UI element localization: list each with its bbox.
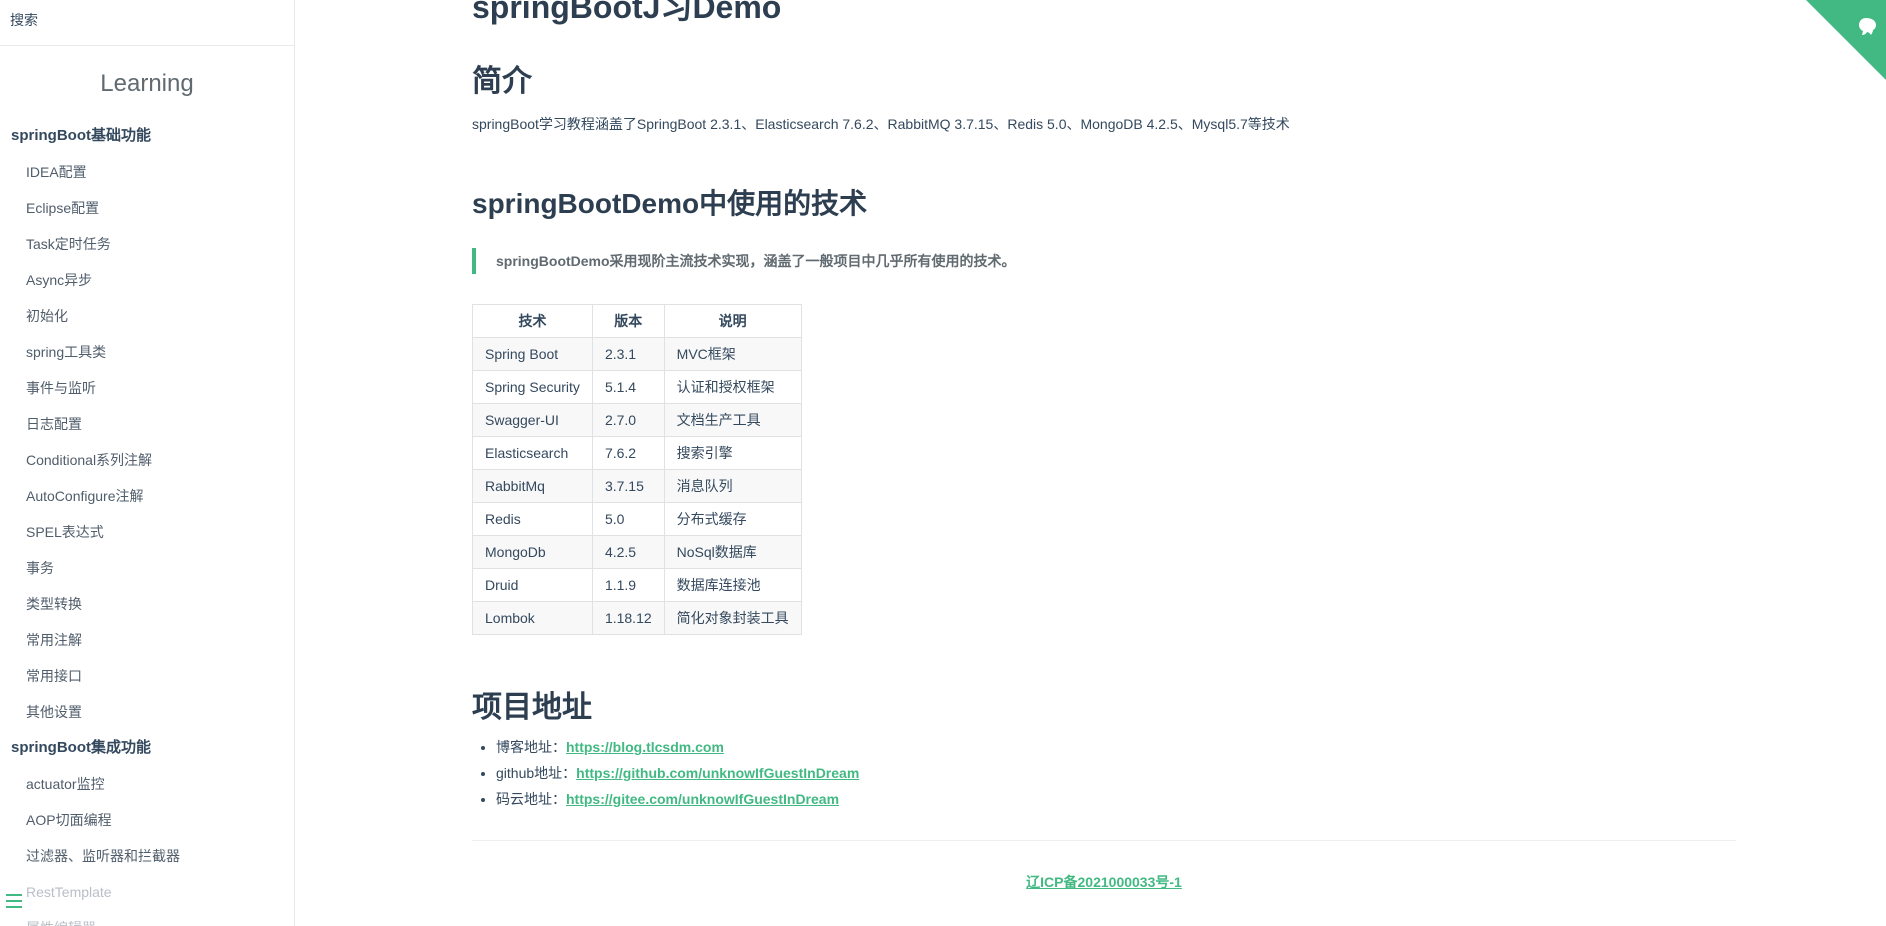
project-links: 博客地址：https://blog.tlcsdm.com github地址：ht… — [472, 734, 859, 812]
main-content: springBootJ习Demo 简介 springBoot学习教程涵盖了Spr… — [472, 0, 1736, 926]
table-cell: 数据库连接池 — [663, 568, 802, 602]
sidebar-item-type-conversion[interactable]: 类型转换 — [0, 586, 294, 622]
sidebar-item-property-editor[interactable]: 属性编辑器 — [0, 910, 294, 926]
table-cell: Swagger-UI — [472, 403, 593, 437]
sidebar-item-async[interactable]: Async异步 — [0, 262, 294, 298]
sidebar-item-annotations[interactable]: 常用注解 — [0, 622, 294, 658]
table-row: Redis 5.0 分布式缓存 — [472, 502, 802, 536]
table-cell: 1.18.12 — [591, 601, 665, 635]
table-header-cell: 技术 — [472, 304, 593, 338]
table-row: MongoDb 4.2.5 NoSql数据库 — [472, 535, 802, 569]
github-corner-svg — [1806, 0, 1886, 80]
table-cell: 2.7.0 — [591, 403, 665, 437]
menu-icon-bar — [6, 900, 22, 902]
intro-paragraph: springBoot学习教程涵盖了SpringBoot 2.3.1、Elasti… — [472, 116, 1290, 132]
sidebar-item-eclipse[interactable]: Eclipse配置 — [0, 190, 294, 226]
icp-link[interactable]: 辽ICP备2021000033号-1 — [1026, 874, 1182, 890]
sidebar-item-transaction[interactable]: 事务 — [0, 550, 294, 586]
intro-heading: 简介 — [472, 65, 532, 98]
list-item: github地址：https://github.com/unknowIfGues… — [496, 760, 859, 786]
sidebar-item-task[interactable]: Task定时任务 — [0, 226, 294, 262]
list-item: 码云地址：https://gitee.com/unknowIfGuestInDr… — [496, 786, 859, 812]
link-label: 博客地址： — [496, 739, 566, 755]
table-cell: 5.0 — [591, 502, 665, 536]
sidebar-group-basic[interactable]: springBoot基础功能 — [0, 118, 294, 154]
table-cell: Elasticsearch — [472, 436, 593, 470]
sidebar-item-init[interactable]: 初始化 — [0, 298, 294, 334]
app-name[interactable]: Learning — [0, 70, 294, 110]
table-header-row: 技术 版本 说明 — [472, 304, 802, 338]
link-label: 码云地址： — [496, 791, 566, 807]
table-cell: RabbitMq — [472, 469, 593, 503]
table-cell: 7.6.2 — [591, 436, 665, 470]
table-cell: 2.3.1 — [591, 337, 665, 371]
divider — [472, 840, 1736, 841]
table-row: RabbitMq 3.7.15 消息队列 — [472, 469, 802, 503]
sidebar-item-actuator[interactable]: actuator监控 — [0, 766, 294, 802]
table-cell: 认证和授权框架 — [663, 370, 802, 404]
table-row: Swagger-UI 2.7.0 文档生产工具 — [472, 403, 802, 437]
gitee-link[interactable]: https://gitee.com/unknowIfGuestInDream — [566, 791, 839, 807]
table-cell: 3.7.15 — [591, 469, 665, 503]
sidebar-item-interfaces[interactable]: 常用接口 — [0, 658, 294, 694]
table-row: Spring Security 5.1.4 认证和授权框架 — [472, 370, 802, 404]
sidebar: Learning springBoot基础功能 IDEA配置 Eclipse配置… — [0, 0, 295, 926]
sidebar-item-resttemplate[interactable]: RestTemplate — [0, 874, 294, 910]
sidebar-item-conditional[interactable]: Conditional系列注解 — [0, 442, 294, 478]
tech-table: 技术 版本 说明 Spring Boot 2.3.1 MVC框架 Spring … — [472, 304, 802, 635]
address-heading: 项目地址 — [472, 691, 592, 724]
sidebar-nav: springBoot基础功能 IDEA配置 Eclipse配置 Task定时任务… — [0, 118, 294, 926]
table-row: Lombok 1.18.12 简化对象封装工具 — [472, 601, 802, 635]
table-header-cell: 版本 — [591, 304, 665, 338]
table-row: Spring Boot 2.3.1 MVC框架 — [472, 337, 802, 371]
table-cell: 消息队列 — [663, 469, 802, 503]
table-cell: Spring Security — [472, 370, 593, 404]
blockquote: springBootDemo采用现阶主流技术实现，涵盖了一般项目中几乎所有使用的… — [472, 248, 1016, 274]
table-cell: 搜索引擎 — [663, 436, 802, 470]
blog-link[interactable]: https://blog.tlcsdm.com — [566, 739, 724, 755]
sidebar-item-aop[interactable]: AOP切面编程 — [0, 802, 294, 838]
table-cell: Lombok — [472, 601, 593, 635]
table-cell: 5.1.4 — [591, 370, 665, 404]
table-cell: MVC框架 — [663, 337, 802, 371]
sidebar-item-spring-utils[interactable]: spring工具类 — [0, 334, 294, 370]
search-box — [0, 0, 294, 46]
link-label: github地址： — [496, 765, 577, 781]
page-title: springBootJ习Demo — [472, 0, 782, 25]
table-cell: Redis — [472, 502, 593, 536]
sidebar-item-logging[interactable]: 日志配置 — [0, 406, 294, 442]
menu-icon-bar — [6, 906, 22, 908]
sidebar-item-idea[interactable]: IDEA配置 — [0, 154, 294, 190]
sidebar-item-filters[interactable]: 过滤器、监听器和拦截器 — [0, 838, 294, 874]
table-cell: 简化对象封装工具 — [663, 601, 802, 635]
table-cell: MongoDb — [472, 535, 593, 569]
table-cell: NoSql数据库 — [663, 535, 802, 569]
menu-icon-bar — [6, 894, 22, 896]
search-input[interactable] — [10, 12, 270, 28]
table-cell: 分布式缓存 — [663, 502, 802, 536]
sidebar-item-events[interactable]: 事件与监听 — [0, 370, 294, 406]
table-header-cell: 说明 — [663, 304, 802, 338]
sidebar-item-other-settings[interactable]: 其他设置 — [0, 694, 294, 730]
github-corner-icon[interactable] — [1806, 0, 1886, 80]
table-cell: 4.2.5 — [591, 535, 665, 569]
table-row: Elasticsearch 7.6.2 搜索引擎 — [472, 436, 802, 470]
menu-icon[interactable] — [6, 894, 24, 910]
table-cell: 文档生产工具 — [663, 403, 802, 437]
sidebar-group-integration[interactable]: springBoot集成功能 — [0, 730, 294, 766]
table-row: Druid 1.1.9 数据库连接池 — [472, 568, 802, 602]
table-cell: Spring Boot — [472, 337, 593, 371]
github-link[interactable]: https://github.com/unknowIfGuestInDream — [576, 765, 859, 781]
footer: 辽ICP备2021000033号-1 — [472, 872, 1736, 892]
table-cell: 1.1.9 — [591, 568, 665, 602]
tech-heading: springBootDemo中使用的技术 — [472, 188, 868, 219]
sidebar-item-spel[interactable]: SPEL表达式 — [0, 514, 294, 550]
table-cell: Druid — [472, 568, 593, 602]
sidebar-item-autoconfigure[interactable]: AutoConfigure注解 — [0, 478, 294, 514]
list-item: 博客地址：https://blog.tlcsdm.com — [496, 734, 859, 760]
